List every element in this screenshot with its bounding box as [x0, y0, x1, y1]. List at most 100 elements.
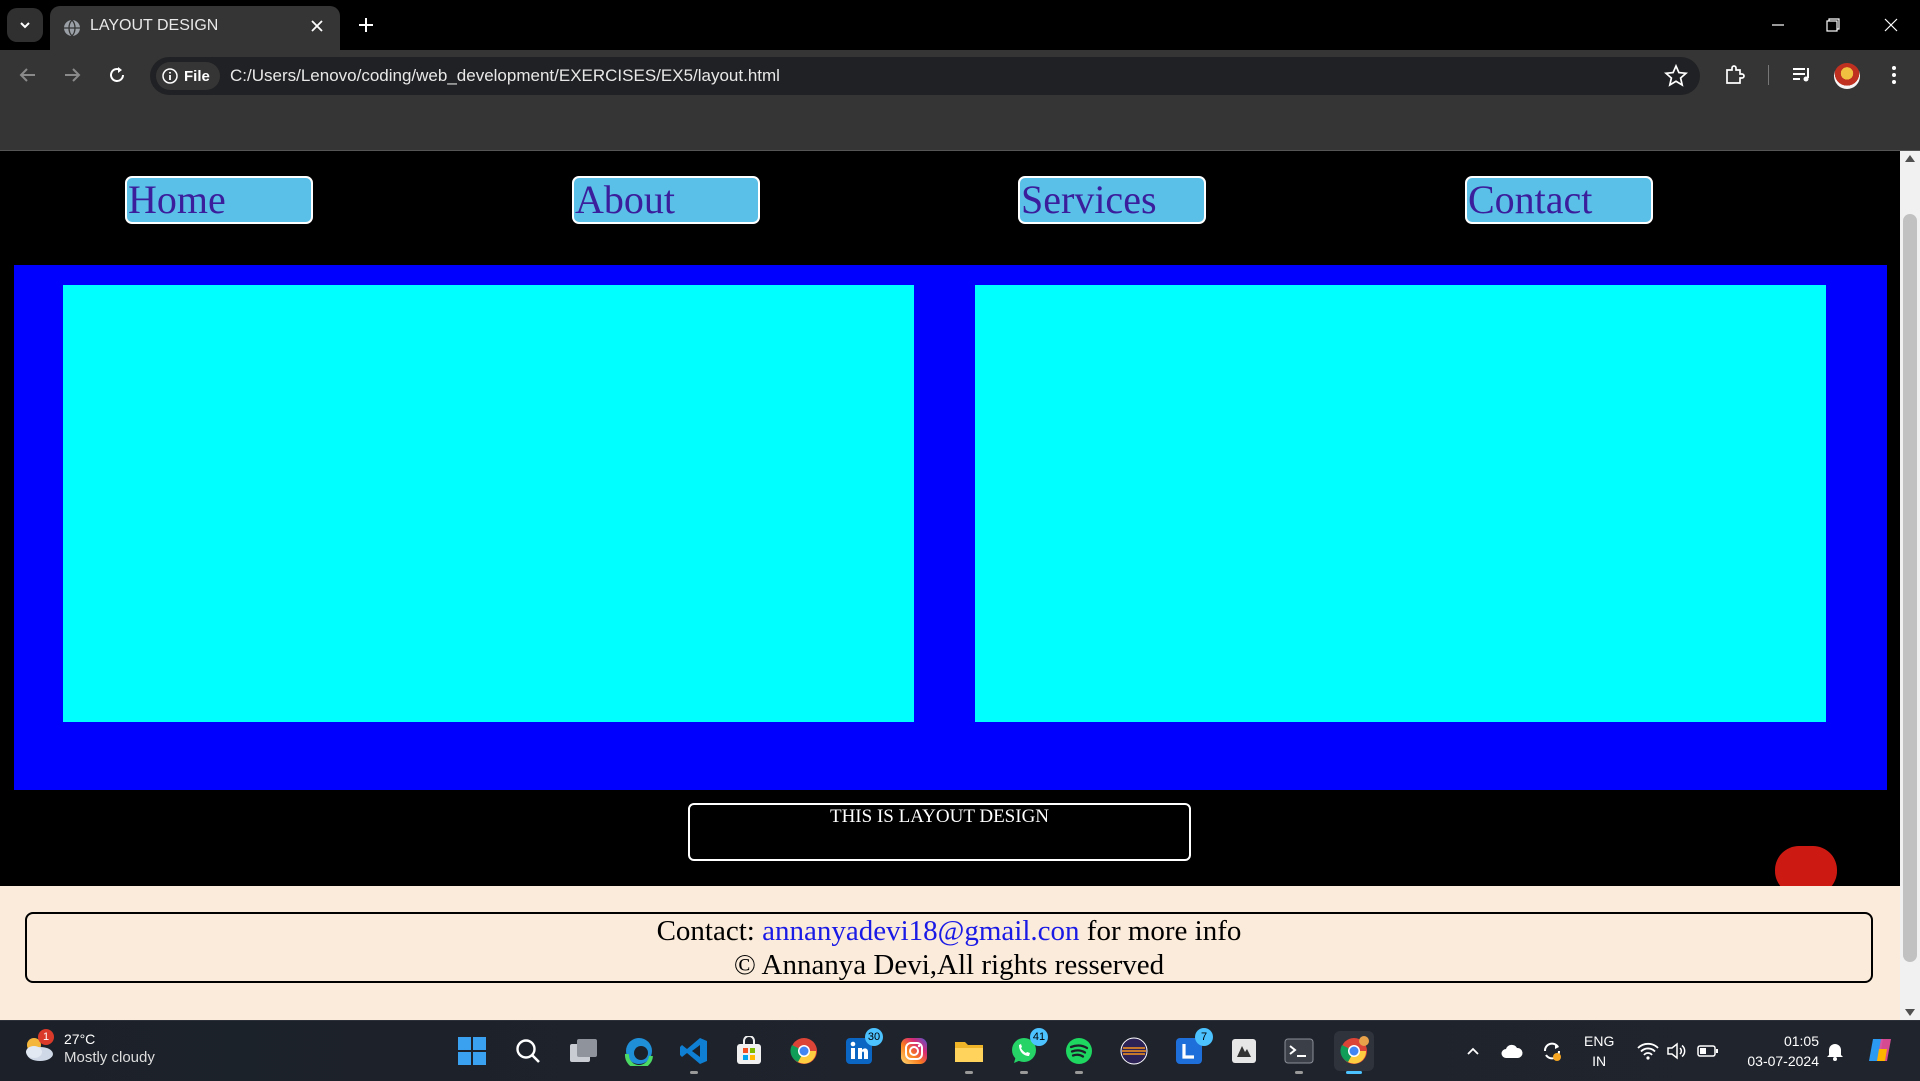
puzzle-icon: [1726, 65, 1745, 84]
more-vertical-icon: [1892, 66, 1896, 84]
cloud-icon: [1501, 1044, 1523, 1058]
language-line: ENG: [1584, 1033, 1615, 1049]
extensions-button[interactable]: [1720, 60, 1750, 90]
caption-box: THIS IS LAYOUT DESIGN: [688, 803, 1191, 861]
forward-button[interactable]: [56, 59, 88, 91]
media-controls-button[interactable]: [1787, 60, 1817, 90]
clock-date: 03-07-2024: [1747, 1053, 1819, 1069]
spotify-icon: [1066, 1038, 1092, 1064]
reload-button[interactable]: [101, 59, 133, 91]
language-indicator[interactable]: ENG IN: [1584, 1031, 1614, 1071]
linkedin-app[interactable]: 30: [839, 1028, 883, 1071]
running-indicator: [690, 1071, 698, 1074]
terminal-app[interactable]: [1279, 1031, 1319, 1074]
url-text[interactable]: C:/Users/Lenovo/coding/web_development/E…: [230, 66, 780, 86]
weather-temperature: 27°C: [64, 1031, 96, 1047]
clock[interactable]: 01:05 03-07-2024: [1737, 1031, 1819, 1071]
eclipse-app[interactable]: [1114, 1031, 1154, 1071]
restore-button[interactable]: [1815, 10, 1851, 40]
notifications-button[interactable]: [1823, 1039, 1847, 1063]
tab-title: LAYOUT DESIGN: [90, 17, 219, 34]
site-info-chip[interactable]: File: [156, 62, 220, 90]
nav-about[interactable]: About: [572, 176, 760, 224]
app-icon: [1232, 1039, 1256, 1063]
scrollbar-thumb[interactable]: [1903, 214, 1917, 962]
chevron-up-icon: [1467, 1047, 1479, 1055]
info-icon: [162, 68, 178, 84]
file-explorer-app[interactable]: [949, 1031, 989, 1074]
bookmark-bar: [0, 100, 1920, 151]
scroll-up-arrow-icon[interactable]: [1905, 155, 1915, 162]
onedrive-tray[interactable]: [1500, 1039, 1524, 1063]
battery-icon: [1697, 1045, 1718, 1057]
weather-description: Mostly cloudy: [64, 1049, 155, 1066]
active-indicator: [1346, 1071, 1362, 1074]
close-window-button[interactable]: [1873, 10, 1909, 40]
search-icon: [516, 1039, 540, 1063]
minimize-button[interactable]: [1760, 10, 1796, 40]
minimize-icon: [1772, 24, 1784, 26]
show-hidden-icons-button[interactable]: [1461, 1039, 1485, 1063]
instagram-app[interactable]: [894, 1031, 934, 1071]
scroll-down-arrow-icon[interactable]: [1905, 1009, 1915, 1016]
notification-badge: 30: [865, 1028, 883, 1046]
running-indicator: [1075, 1071, 1083, 1074]
close-tab-button[interactable]: [306, 15, 328, 37]
running-indicator: [965, 1071, 973, 1074]
plus-icon: [359, 18, 373, 32]
reload-icon: [110, 67, 124, 82]
weather-widget[interactable]: 1 27°C Mostly cloudy: [20, 1029, 200, 1073]
taskbar-search[interactable]: [508, 1031, 548, 1071]
nav-home[interactable]: Home: [125, 176, 313, 224]
main-content-panel: [14, 265, 1887, 790]
edge-icon: [624, 1038, 653, 1066]
volume-tray[interactable]: [1664, 1039, 1688, 1063]
spotify-app[interactable]: [1059, 1031, 1099, 1074]
running-indicator: [1295, 1071, 1303, 1074]
pinned-app[interactable]: [1224, 1031, 1264, 1071]
browser-menu-button[interactable]: [1879, 60, 1909, 90]
star-icon[interactable]: [1664, 64, 1688, 88]
copilot-icon: [1869, 1039, 1891, 1061]
terminal-icon: [1284, 1038, 1314, 1064]
start-icon: [458, 1037, 486, 1065]
store-app[interactable]: [729, 1031, 769, 1071]
browser-toolbar: File C:/Users/Lenovo/coding/web_developm…: [0, 50, 1920, 100]
close-icon: [1884, 18, 1898, 32]
page-scrollbar[interactable]: [1900, 151, 1920, 1020]
content-box-right: [975, 285, 1826, 722]
sync-tray[interactable]: [1540, 1039, 1564, 1063]
nav-services[interactable]: Services: [1018, 176, 1206, 224]
edge-app[interactable]: [619, 1031, 659, 1071]
restore-icon: [1826, 18, 1840, 32]
start-button[interactable]: [452, 1031, 492, 1071]
profile-avatar[interactable]: [1834, 63, 1860, 89]
wifi-tray[interactable]: [1636, 1039, 1660, 1063]
notification-badge: 7: [1195, 1028, 1213, 1046]
vscode-icon: [680, 1038, 707, 1064]
lens-app[interactable]: 7: [1169, 1028, 1213, 1071]
globe-icon: [64, 19, 80, 37]
chrome-app[interactable]: [784, 1031, 824, 1071]
wifi-icon: [1637, 1042, 1659, 1060]
back-button[interactable]: [12, 59, 44, 91]
arrow-left-icon: [19, 68, 35, 82]
tab-layout-design[interactable]: LAYOUT DESIGN: [50, 6, 340, 50]
nav-contact[interactable]: Contact: [1465, 176, 1653, 224]
running-indicator: [1020, 1071, 1028, 1074]
arrow-right-icon: [65, 68, 81, 82]
new-tab-button[interactable]: [353, 12, 379, 38]
address-bar[interactable]: File C:/Users/Lenovo/coding/web_developm…: [150, 57, 1700, 95]
copilot-button[interactable]: [1865, 1035, 1895, 1065]
weather-badge: 1: [38, 1029, 54, 1045]
chrome-active-app[interactable]: [1334, 1031, 1374, 1074]
whatsapp-app[interactable]: 41: [1004, 1028, 1048, 1074]
chrome-icon: [790, 1038, 817, 1064]
battery-tray[interactable]: [1696, 1039, 1720, 1063]
tab-search-button[interactable]: [7, 8, 43, 42]
vscode-app[interactable]: [674, 1031, 714, 1074]
task-view-button[interactable]: [564, 1031, 604, 1071]
store-icon: [737, 1036, 761, 1064]
eclipse-icon: [1120, 1037, 1148, 1065]
email-link[interactable]: annanyadevi18@gmail.con: [762, 915, 1079, 947]
